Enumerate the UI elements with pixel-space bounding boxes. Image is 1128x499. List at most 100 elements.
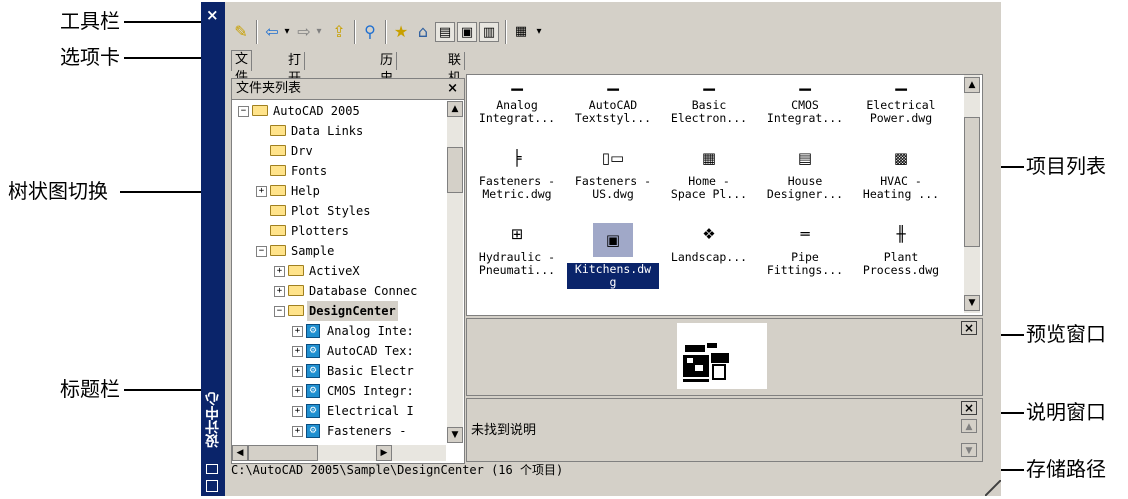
- folder-icon: [252, 105, 268, 116]
- expand-icon[interactable]: +: [292, 386, 303, 397]
- list-item[interactable]: ═ Pipe Fittings...: [759, 223, 851, 277]
- drawing-thumbnail-icon: ▁: [895, 75, 907, 91]
- scroll-thumb[interactable]: [964, 117, 980, 247]
- list-item[interactable]: ▦ Home - Space Pl...: [663, 147, 755, 201]
- close-icon[interactable]: ×: [206, 6, 219, 24]
- item-caption: Pipe Fittings...: [766, 250, 844, 277]
- collapse-icon[interactable]: −: [238, 106, 249, 117]
- dropdown-icon[interactable]: ▾: [313, 22, 325, 42]
- close-icon[interactable]: ×: [961, 401, 977, 415]
- expand-icon[interactable]: +: [292, 366, 303, 377]
- expand-icon[interactable]: +: [256, 186, 267, 197]
- favorites-icon[interactable]: ★: [391, 22, 411, 42]
- list-item[interactable]: ▁ Electrical Power.dwg: [855, 75, 947, 125]
- dropdown-icon[interactable]: ▾: [533, 22, 545, 42]
- close-icon[interactable]: ×: [447, 79, 458, 99]
- toolbar-separator: [354, 20, 356, 44]
- preview-icon[interactable]: ▣: [457, 22, 477, 42]
- list-item[interactable]: ▤ House Designer...: [759, 147, 851, 201]
- scroll-up-icon[interactable]: ▲: [964, 77, 980, 93]
- list-item[interactable]: ❖ Landscap...: [663, 223, 755, 264]
- item-caption: Kitchens.dw g: [567, 263, 659, 289]
- tab-history[interactable]: 历史记录: [377, 52, 398, 122]
- home-icon[interactable]: ⌂: [413, 22, 433, 42]
- drawing-thumbnail-icon: ⊞: [510, 225, 524, 243]
- item-caption: Fasteners - Metric.dwg: [478, 174, 556, 201]
- scroll-thumb[interactable]: [447, 147, 463, 193]
- list-item[interactable]: ▁ AutoCAD Textstyl...: [567, 75, 659, 125]
- views-icon[interactable]: ▦: [511, 22, 531, 42]
- item-caption: Landscap...: [670, 250, 748, 264]
- list-item[interactable]: ▩ HVAC - Heating ...: [855, 147, 947, 201]
- list-item[interactable]: ╫ Plant Process.dwg: [855, 223, 947, 277]
- expand-icon[interactable]: +: [292, 426, 303, 437]
- description-text: 未找到说明: [471, 423, 537, 438]
- properties-icon[interactable]: [206, 480, 218, 492]
- scroll-up-icon[interactable]: ▲: [961, 419, 977, 433]
- expand-icon[interactable]: +: [274, 286, 285, 297]
- toolbar-separator: [256, 20, 258, 44]
- drawing-thumbnail-icon: ▁: [607, 75, 619, 91]
- folder-icon: [270, 245, 286, 256]
- item-caption: Home - Space Pl...: [670, 174, 748, 201]
- toolbar-separator: [505, 20, 507, 44]
- callout-storage-path: 存储路径: [1026, 457, 1106, 481]
- scroll-up-icon[interactable]: ▲: [447, 101, 463, 117]
- list-item[interactable]: ▁ Analog Integrat...: [471, 75, 563, 125]
- auto-hide-icon[interactable]: [206, 464, 218, 474]
- drawing-thumbnail-icon: ▤: [797, 149, 813, 167]
- title-bar[interactable]: × 设计中心: [201, 2, 225, 496]
- preview-image: [677, 323, 767, 389]
- storage-path: C:\AutoCAD 2005\Sample\DesignCenter (16 …: [231, 463, 564, 477]
- up-icon[interactable]: ⇪: [329, 22, 349, 42]
- expand-icon[interactable]: +: [292, 326, 303, 337]
- toolbar-separator: [385, 20, 387, 44]
- folder-icon: [288, 265, 304, 276]
- tree-horizontal-scrollbar[interactable]: ◀ ▶: [232, 445, 446, 461]
- folder-icon: [270, 205, 286, 216]
- expand-icon[interactable]: +: [274, 266, 285, 277]
- tab-folders[interactable]: 文件夹: [231, 50, 253, 103]
- scroll-down-icon[interactable]: ▼: [961, 443, 977, 457]
- list-item[interactable]: ▯▭ Fasteners - US.dwg: [567, 147, 659, 201]
- scroll-right-icon[interactable]: ▶: [376, 445, 392, 461]
- collapse-icon[interactable]: −: [274, 306, 285, 317]
- load-icon[interactable]: ✎: [231, 22, 251, 42]
- tab-online-design-center[interactable]: 联机设计中心: [445, 52, 466, 158]
- item-list-panel: ▁ Analog Integrat... ▁ AutoCAD Textstyl... ▁…: [466, 74, 983, 316]
- scroll-left-icon[interactable]: ◀: [232, 445, 248, 461]
- item-caption: Electrical Power.dwg: [866, 98, 936, 125]
- item-caption: House Designer...: [766, 174, 844, 201]
- drawing-thumbnail-icon: ▁: [511, 75, 523, 91]
- scroll-down-icon[interactable]: ▼: [447, 427, 463, 443]
- drawing-thumbnail-icon: ╞: [512, 149, 522, 167]
- scroll-thumb[interactable]: [248, 445, 318, 461]
- description-icon[interactable]: ▥: [479, 22, 499, 42]
- search-icon[interactable]: ⚲: [360, 22, 380, 42]
- items-vertical-scrollbar[interactable]: ▲ ▼: [964, 75, 980, 313]
- resize-grip[interactable]: [985, 480, 1001, 496]
- tree-item-label: Electrical I: [327, 404, 414, 418]
- drawing-thumbnail-icon: ▁: [799, 75, 811, 91]
- back-icon[interactable]: ⇦: [263, 22, 281, 42]
- expand-icon[interactable]: +: [292, 406, 303, 417]
- expand-icon[interactable]: +: [292, 346, 303, 357]
- list-item[interactable]: ▣ Kitchens.dw g: [567, 223, 659, 289]
- list-item[interactable]: ╞ Fasteners - Metric.dwg: [471, 147, 563, 201]
- drawing-thumbnail-icon: ▁: [703, 75, 715, 91]
- tree-item-label: Analog Inte:: [327, 324, 414, 338]
- scroll-down-icon[interactable]: ▼: [964, 295, 980, 311]
- folder-tree-title: 文件夹列表: [236, 81, 302, 96]
- tree-vertical-scrollbar[interactable]: ▲ ▼: [447, 101, 463, 443]
- list-item[interactable]: ⊞ Hydraulic - Pneumati...: [471, 223, 563, 277]
- dropdown-icon[interactable]: ▾: [281, 22, 293, 42]
- tree-toggle-icon[interactable]: ▤: [435, 22, 455, 42]
- folder-icon: [270, 185, 286, 196]
- list-item[interactable]: ▁ CMOS Integrat...: [759, 75, 851, 125]
- drawing-icon: ⚙: [306, 344, 320, 358]
- tab-open-drawings[interactable]: 打开的图形: [285, 52, 306, 140]
- collapse-icon[interactable]: −: [256, 246, 267, 257]
- close-icon[interactable]: ×: [961, 321, 977, 335]
- forward-icon[interactable]: ⇨: [295, 22, 313, 42]
- list-item[interactable]: ▁ Basic Electron...: [663, 75, 755, 125]
